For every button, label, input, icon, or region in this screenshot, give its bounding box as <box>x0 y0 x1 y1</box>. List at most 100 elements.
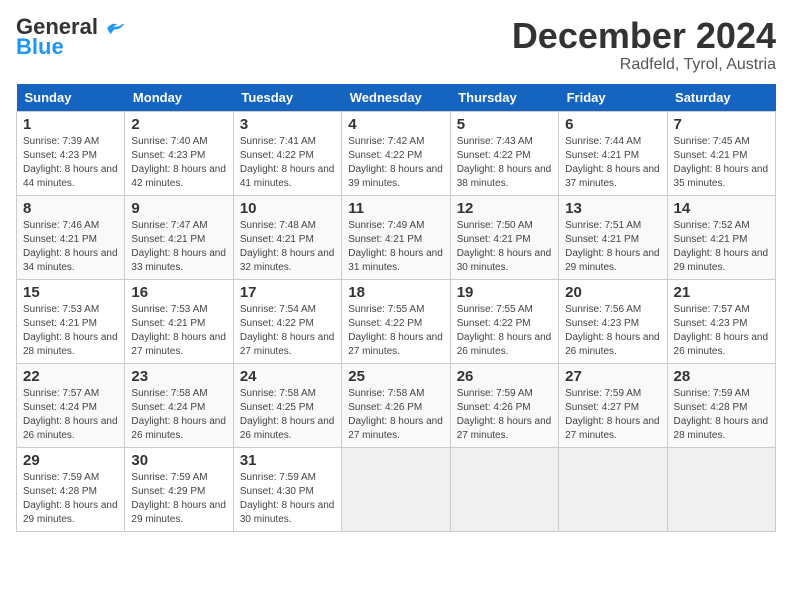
day-info: Sunrise: 7:56 AMSunset: 4:23 PMDaylight:… <box>565 303 660 359</box>
day-info: Sunrise: 7:47 AMSunset: 4:21 PMDaylight:… <box>131 219 226 275</box>
day-number: 11 <box>348 200 443 217</box>
calendar-cell: 25 Sunrise: 7:58 AMSunset: 4:26 PMDayligh… <box>342 363 450 447</box>
day-number: 1 <box>23 116 118 133</box>
day-number: 30 <box>131 452 226 469</box>
day-number: 28 <box>674 368 769 385</box>
day-number: 21 <box>674 284 769 301</box>
calendar-cell: 17 Sunrise: 7:54 AMSunset: 4:22 PMDayligh… <box>233 279 341 363</box>
day-number: 25 <box>348 368 443 385</box>
column-header-monday: Monday <box>125 84 233 112</box>
calendar-cell: 11 Sunrise: 7:49 AMSunset: 4:21 PMDayligh… <box>342 195 450 279</box>
day-number: 7 <box>674 116 769 133</box>
calendar-week-row: 15 Sunrise: 7:53 AMSunset: 4:21 PMDayligh… <box>17 279 776 363</box>
day-info: Sunrise: 7:44 AMSunset: 4:21 PMDaylight:… <box>565 135 660 191</box>
calendar-cell: 12 Sunrise: 7:50 AMSunset: 4:21 PMDayligh… <box>450 195 558 279</box>
day-info: Sunrise: 7:51 AMSunset: 4:21 PMDaylight:… <box>565 219 660 275</box>
column-header-friday: Friday <box>559 84 667 112</box>
calendar-cell <box>667 447 775 531</box>
day-number: 22 <box>23 368 118 385</box>
day-number: 29 <box>23 452 118 469</box>
day-number: 5 <box>457 116 552 133</box>
day-number: 31 <box>240 452 335 469</box>
day-number: 20 <box>565 284 660 301</box>
day-info: Sunrise: 7:43 AMSunset: 4:22 PMDaylight:… <box>457 135 552 191</box>
day-number: 17 <box>240 284 335 301</box>
calendar-week-row: 1 Sunrise: 7:39 AMSunset: 4:23 PMDaylight… <box>17 111 776 195</box>
day-number: 10 <box>240 200 335 217</box>
column-header-wednesday: Wednesday <box>342 84 450 112</box>
column-header-saturday: Saturday <box>667 84 775 112</box>
day-info: Sunrise: 7:58 AMSunset: 4:24 PMDaylight:… <box>131 387 226 443</box>
calendar-cell: 5 Sunrise: 7:43 AMSunset: 4:22 PMDaylight… <box>450 111 558 195</box>
calendar-cell: 8 Sunrise: 7:46 AMSunset: 4:21 PMDaylight… <box>17 195 125 279</box>
calendar-header-row: SundayMondayTuesdayWednesdayThursdayFrid… <box>17 84 776 112</box>
calendar-cell: 31 Sunrise: 7:59 AMSunset: 4:30 PMDayligh… <box>233 447 341 531</box>
day-number: 9 <box>131 200 226 217</box>
day-info: Sunrise: 7:59 AMSunset: 4:30 PMDaylight:… <box>240 471 335 527</box>
calendar-cell: 28Sunrise: 7:59 AMSunset: 4:28 PMDayligh… <box>667 363 775 447</box>
day-info: Sunrise: 7:45 AMSunset: 4:21 PMDaylight:… <box>674 135 769 191</box>
calendar-cell: 27 Sunrise: 7:59 AMSunset: 4:27 PMDayligh… <box>559 363 667 447</box>
day-number: 14 <box>674 200 769 217</box>
day-number: 15 <box>23 284 118 301</box>
day-info: Sunrise: 7:59 AMSunset: 4:29 PMDaylight:… <box>131 471 226 527</box>
day-number: 18 <box>348 284 443 301</box>
day-info: Sunrise: 7:53 AMSunset: 4:21 PMDaylight:… <box>23 303 118 359</box>
month-title: December 2024 <box>512 16 776 56</box>
day-info: Sunrise: 7:52 AMSunset: 4:21 PMDaylight:… <box>674 219 769 275</box>
day-info: Sunrise: 7:57 AMSunset: 4:23 PMDaylight:… <box>674 303 769 359</box>
page-header: General Blue December 2024 Radfeld, Tyro… <box>16 16 776 74</box>
day-info: Sunrise: 7:57 AMSunset: 4:24 PMDaylight:… <box>23 387 118 443</box>
calendar-cell: 18Sunrise: 7:55 AMSunset: 4:22 PMDayligh… <box>342 279 450 363</box>
day-info: Sunrise: 7:50 AMSunset: 4:21 PMDaylight:… <box>457 219 552 275</box>
location: Radfeld, Tyrol, Austria <box>512 56 776 74</box>
day-info: Sunrise: 7:49 AMSunset: 4:21 PMDaylight:… <box>348 219 443 275</box>
day-number: 12 <box>457 200 552 217</box>
calendar-cell: 16 Sunrise: 7:53 AMSunset: 4:21 PMDayligh… <box>125 279 233 363</box>
day-number: 27 <box>565 368 660 385</box>
calendar-cell: 14 Sunrise: 7:52 AMSunset: 4:21 PMDayligh… <box>667 195 775 279</box>
calendar-cell <box>559 447 667 531</box>
day-number: 16 <box>131 284 226 301</box>
calendar-table: SundayMondayTuesdayWednesdayThursdayFrid… <box>16 84 776 532</box>
calendar-cell: 4 Sunrise: 7:42 AMSunset: 4:22 PMDaylight… <box>342 111 450 195</box>
day-info: Sunrise: 7:46 AMSunset: 4:21 PMDaylight:… <box>23 219 118 275</box>
calendar-cell: 7 Sunrise: 7:45 AMSunset: 4:21 PMDaylight… <box>667 111 775 195</box>
day-info: Sunrise: 7:54 AMSunset: 4:22 PMDaylight:… <box>240 303 335 359</box>
day-number: 4 <box>348 116 443 133</box>
day-info: Sunrise: 7:53 AMSunset: 4:21 PMDaylight:… <box>131 303 226 359</box>
day-info: Sunrise: 7:58 AMSunset: 4:26 PMDaylight:… <box>348 387 443 443</box>
day-info: Sunrise: 7:42 AMSunset: 4:22 PMDaylight:… <box>348 135 443 191</box>
day-info: Sunrise: 7:59 AMSunset: 4:28 PMDaylight:… <box>23 471 118 527</box>
calendar-cell: 2 Sunrise: 7:40 AMSunset: 4:23 PMDaylight… <box>125 111 233 195</box>
calendar-cell: 26Sunrise: 7:59 AMSunset: 4:26 PMDayligh… <box>450 363 558 447</box>
day-info: Sunrise: 7:41 AMSunset: 4:22 PMDaylight:… <box>240 135 335 191</box>
day-number: 2 <box>131 116 226 133</box>
calendar-week-row: 22 Sunrise: 7:57 AMSunset: 4:24 PMDayligh… <box>17 363 776 447</box>
day-number: 13 <box>565 200 660 217</box>
day-info: Sunrise: 7:39 AMSunset: 4:23 PMDaylight:… <box>23 135 118 191</box>
day-info: Sunrise: 7:59 AMSunset: 4:27 PMDaylight:… <box>565 387 660 443</box>
calendar-week-row: 8 Sunrise: 7:46 AMSunset: 4:21 PMDaylight… <box>17 195 776 279</box>
calendar-cell: 30 Sunrise: 7:59 AMSunset: 4:29 PMDayligh… <box>125 447 233 531</box>
column-header-tuesday: Tuesday <box>233 84 341 112</box>
column-header-thursday: Thursday <box>450 84 558 112</box>
calendar-cell: 20 Sunrise: 7:56 AMSunset: 4:23 PMDayligh… <box>559 279 667 363</box>
day-number: 24 <box>240 368 335 385</box>
day-number: 8 <box>23 200 118 217</box>
calendar-cell: 9 Sunrise: 7:47 AMSunset: 4:21 PMDaylight… <box>125 195 233 279</box>
day-info: Sunrise: 7:48 AMSunset: 4:21 PMDaylight:… <box>240 219 335 275</box>
calendar-cell: 3 Sunrise: 7:41 AMSunset: 4:22 PMDaylight… <box>233 111 341 195</box>
day-info: Sunrise: 7:59 AMSunset: 4:26 PMDaylight:… <box>457 387 552 443</box>
logo-blue: Blue <box>16 36 64 58</box>
logo-bird-icon <box>106 20 124 36</box>
calendar-cell <box>342 447 450 531</box>
calendar-cell <box>450 447 558 531</box>
day-info: Sunrise: 7:40 AMSunset: 4:23 PMDaylight:… <box>131 135 226 191</box>
day-number: 3 <box>240 116 335 133</box>
day-number: 19 <box>457 284 552 301</box>
calendar-cell: 13 Sunrise: 7:51 AMSunset: 4:21 PMDayligh… <box>559 195 667 279</box>
calendar-cell: 22 Sunrise: 7:57 AMSunset: 4:24 PMDayligh… <box>17 363 125 447</box>
calendar-cell: 24Sunrise: 7:58 AMSunset: 4:25 PMDayligh… <box>233 363 341 447</box>
day-number: 23 <box>131 368 226 385</box>
